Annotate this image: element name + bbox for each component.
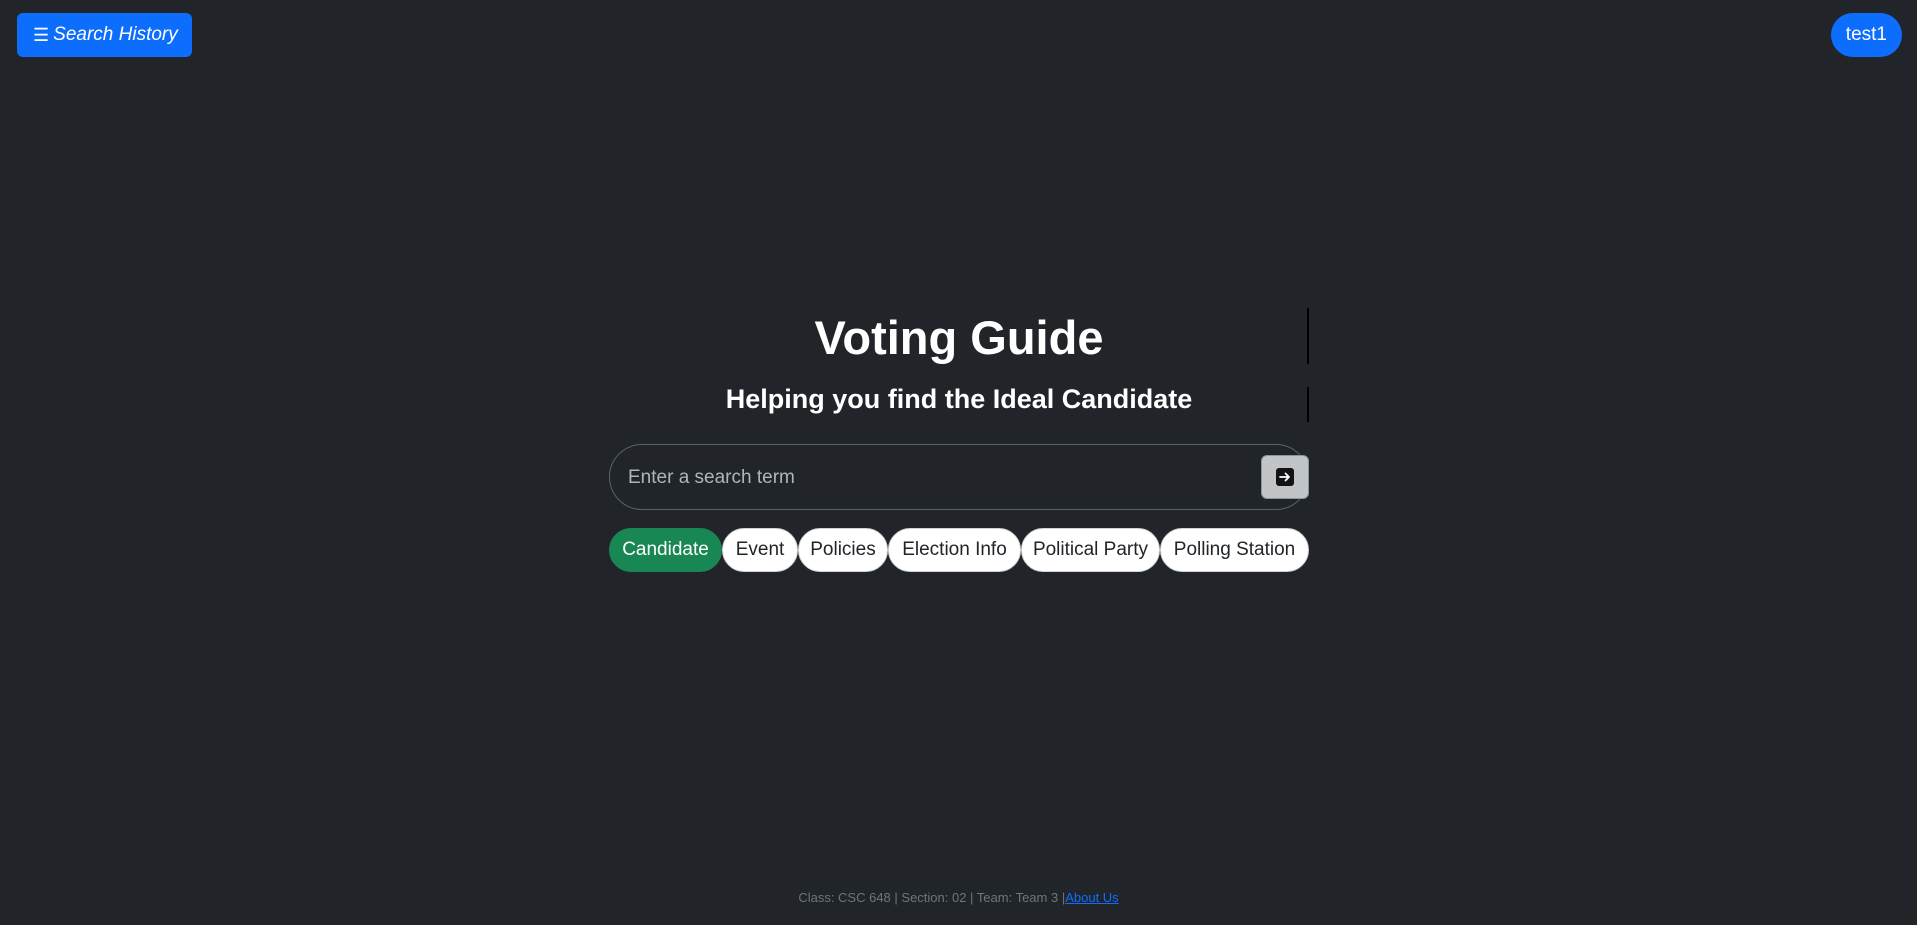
category-chip-election-info[interactable]: Election Info (888, 528, 1021, 572)
search-input[interactable] (626, 445, 1230, 511)
search-history-label: Search History (53, 24, 178, 45)
category-chip-political-party[interactable]: Political Party (1021, 528, 1160, 572)
hamburger-icon: ☰ (33, 25, 50, 45)
category-chip-candidate[interactable]: Candidate (609, 528, 722, 572)
page-subtitle: Helping you find the Ideal Candidate (725, 384, 1193, 414)
arrow-right-icon (1276, 468, 1294, 486)
search-history-button[interactable]: ☰ Search History (17, 13, 192, 57)
divider-line (1307, 308, 1309, 364)
user-account-button[interactable]: test1 (1830, 13, 1902, 57)
footer-text: Class: CSC 648 | Section: 02 | Team: Tea… (798, 890, 1066, 905)
category-chip-event[interactable]: Event (722, 528, 798, 572)
search-submit-button[interactable] (1261, 455, 1309, 499)
page-title: Voting Guide (814, 311, 1104, 364)
category-chip-polling-station[interactable]: Polling Station (1160, 528, 1309, 572)
category-chip-policies[interactable]: Policies (798, 528, 888, 572)
divider-line (1307, 387, 1309, 422)
search-bar (609, 444, 1309, 511)
page: ☰ Search History test1 Voting Guide Help… (0, 0, 1917, 925)
about-us-link[interactable]: About Us (1065, 890, 1118, 905)
hero: Voting Guide Helping you find the Ideal … (609, 305, 1309, 416)
category-filter: Candidate Event Policies Election Info P… (609, 528, 1309, 572)
footer: Class: CSC 648 | Section: 02 | Team: Tea… (0, 890, 1917, 905)
